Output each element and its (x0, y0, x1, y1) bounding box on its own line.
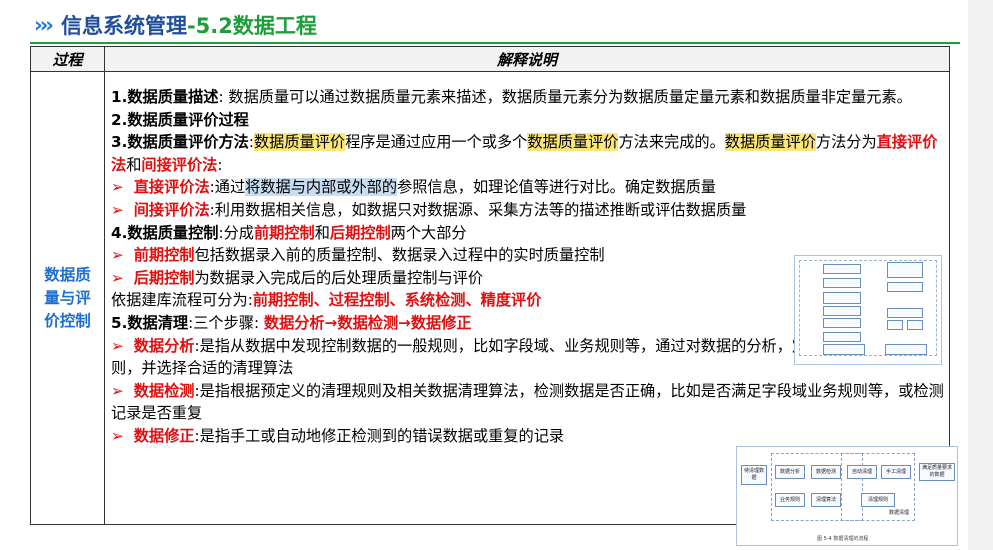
bullet-data-detection: ➢ 数据检测:是指根据预定义的清理规则及相关数据清理算法，检测数据是否正确，比如是… (111, 381, 944, 423)
bullet-arrow-icon: ➢ (111, 178, 124, 197)
item-2: 2.数据质量评价过程 (111, 110, 249, 129)
fig-caption: 图 5-4 数据清理的流程 (817, 536, 869, 542)
bullet-indirect-eval: ➢ 间接评价法:利用数据相关信息，如数据只对数据源、采集方法等的描述推断或评估数据… (111, 200, 747, 219)
col-header-process: 过程 (30, 46, 105, 72)
row-label: 数据质 量与评 价控制 (44, 265, 91, 330)
fig-box-analysis: 数据分析 (775, 465, 805, 479)
bullet-arrow-icon: ➢ (111, 268, 124, 287)
fig-label-data-cleaning: 数据清理 (888, 510, 909, 516)
text-selection: 将数据与内部或外部的 (245, 178, 398, 197)
bullet-arrow-icon: ➢ (111, 336, 124, 355)
bullet-arrow-icon: ➢ (111, 426, 124, 445)
chevrons-icon: ››› (34, 13, 54, 37)
bullet-arrow-icon: ➢ (111, 246, 124, 265)
fig-box-dirty-data: 待清理数据 (741, 465, 767, 485)
fig-box-detection: 数据检测 (811, 465, 841, 479)
bullet-data-correction: ➢ 数据修正:是指手工或自动地修正检测到的错误数据或重复的记录 (111, 426, 565, 445)
item-4: 4.数据质量控制:分成前期控制和后期控制两个大部分 (111, 223, 467, 242)
slide: ››› 信息系统管理 -5.2数据工程 过程 解释说明 数据质 量与评 价控制 … (0, 0, 993, 550)
slide-subtitle: -5.2数据工程 (186, 14, 317, 38)
fig-box-auto-clean: 自动清理 (847, 465, 877, 479)
fig-box-quality-data: 满足质量要求的数据 (919, 463, 955, 481)
data-cleaning-flow-figure: 待清理数据 数据分析 数据检测 自动清理 手工清理 满足质量要求的数据 业务规则… (736, 446, 958, 546)
row-label-cell: 数据质 量与评 价控制 (30, 71, 105, 525)
fig-box-manual-clean: 手工清理 (881, 465, 911, 479)
right-scroll-strip (968, 0, 993, 550)
item-1: 1.数据质量描述: 数据质量可以通过数据质量元素来描述，数据质量元素分为数据质量… (111, 88, 912, 106)
fig-box-clean-algorithm: 清理算法 (811, 493, 841, 507)
bullet-direct-eval: ➢ 直接评价法:通过将数据与内部或外部的参照信息，如理论值等进行对比。确定数据质量 (111, 178, 716, 197)
bullet-arrow-icon: ➢ (111, 381, 124, 400)
slide-header: ››› 信息系统管理 -5.2数据工程 (34, 8, 317, 42)
bullet-arrow-icon: ➢ (111, 200, 124, 219)
item-3: 3.数据质量评价方法:数据质量评价程序是通过应用一个或多个数据质量评价方法来完成… (111, 133, 938, 174)
col-header-explanation: 解释说明 (104, 46, 950, 72)
fig-box-clean-rules: 清理规则 (861, 493, 895, 507)
quality-control-flow-figure (794, 255, 942, 365)
slide-title: 信息系统管理 (60, 14, 187, 38)
title-underline (30, 42, 960, 44)
fig-box-business-rules: 业务规则 (775, 493, 805, 507)
